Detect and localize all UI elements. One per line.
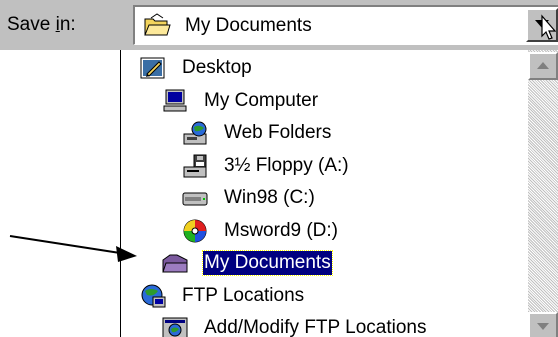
ftp-locations-icon	[139, 283, 167, 309]
dropdown-item-desktop[interactable]: Desktop	[139, 53, 521, 83]
dropdown-item-label: Desktop	[182, 57, 252, 78]
dropdown-item-my-documents[interactable]: My Documents	[161, 248, 521, 278]
scroll-down-icon	[537, 323, 549, 330]
my-computer-icon	[161, 88, 189, 114]
dropdown-item-ftp-locations[interactable]: FTP Locations	[139, 281, 521, 311]
web-folders-icon	[181, 120, 209, 146]
my-documents-folder-icon	[161, 250, 189, 276]
scroll-up-button[interactable]	[528, 52, 558, 80]
mouse-cursor-icon	[541, 14, 556, 40]
open-folder-icon	[143, 12, 171, 38]
dropdown-item-label: 3½ Floppy (A:)	[224, 154, 349, 176]
dropdown-item-label: My Computer	[204, 89, 319, 111]
save-in-dialog-fragment: Save in: My Documents Desktop My Computer…	[0, 0, 558, 337]
dropdown-scrollbar[interactable]	[528, 50, 558, 337]
dropdown-item-win98-c[interactable]: Win98 (C:)	[181, 183, 521, 213]
scroll-down-button[interactable]	[528, 312, 558, 337]
dropdown-item-3-floppy-a[interactable]: 3½ Floppy (A:)	[181, 151, 521, 181]
dropdown-item-label: Win98 (C:)	[224, 187, 315, 208]
desktop-icon	[139, 55, 167, 81]
dropdown-item-label: FTP Locations	[182, 284, 305, 306]
floppy-drive-icon	[181, 153, 209, 179]
scroll-up-icon	[537, 62, 549, 69]
save-in-dropdown-list: Desktop My Computer Web Folders 3½ Floppy (…	[120, 50, 558, 337]
save-in-bar: Save in: My Documents	[0, 0, 558, 50]
dropdown-item-msword9-d[interactable]: Msword9 (D:)	[181, 216, 521, 246]
dropdown-item-label: Add/Modify FTP Locations	[204, 317, 427, 337]
save-in-label: Save in:	[7, 14, 76, 35]
dropdown-item-label: Msword9 (D:)	[224, 219, 339, 241]
save-in-combobox[interactable]: My Documents	[133, 5, 558, 45]
cd-drive-icon	[181, 218, 209, 244]
combobox-dropdown-button[interactable]	[526, 8, 558, 42]
save-in-selected-value: My Documents	[185, 15, 312, 36]
dropdown-item-web-folders[interactable]: Web Folders	[181, 118, 521, 148]
dropdown-item-add-modify-ftp-locations[interactable]: Add/Modify FTP Locations	[161, 313, 521, 337]
dropdown-item-label: Web Folders	[224, 122, 332, 143]
add-modify-ftp-icon	[161, 315, 189, 337]
hard-drive-icon	[181, 185, 209, 211]
dropdown-item-my-computer[interactable]: My Computer	[161, 86, 521, 116]
dropdown-item-label: My Documents	[202, 250, 333, 276]
